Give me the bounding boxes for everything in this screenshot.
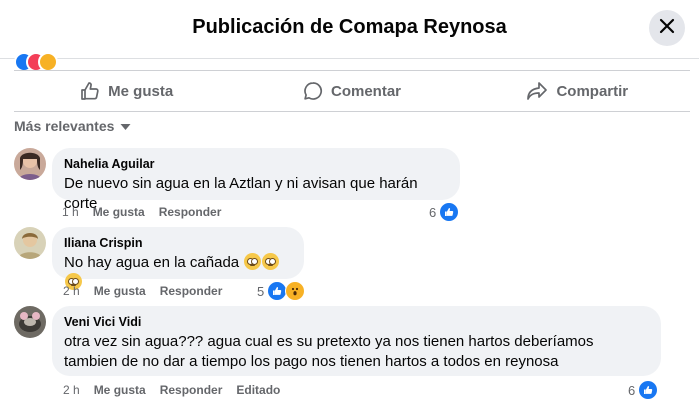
comment-time[interactable]: 1 h (62, 204, 79, 220)
post-reactions-stub (14, 52, 74, 72)
comment-time[interactable]: 2 h (63, 382, 80, 398)
comment-reactions[interactable]: 5 (257, 281, 306, 301)
comment-reply-button[interactable]: Responder (159, 204, 222, 220)
caret-down-icon (120, 118, 131, 134)
rolling-eyes-emoji (262, 253, 280, 270)
reaction-count: 6 (429, 204, 437, 220)
dialog-header: Publicación de Comapa Reynosa (0, 0, 699, 59)
rolling-eyes-emoji (244, 253, 262, 270)
close-button[interactable] (649, 10, 685, 46)
comment-reactions[interactable]: 6 (628, 380, 659, 400)
comment-text-body: No hay agua en la cañada (64, 254, 240, 271)
comment-meta: 2 h Me gusta Responder (63, 283, 222, 299)
comment-meta: 2 h Me gusta Responder Editado (63, 382, 280, 398)
reaction-count: 5 (257, 283, 265, 299)
comment-bubble: Veni Vici Vidi otra vez sin agua??? agua… (52, 306, 661, 376)
like-reaction-icon (267, 281, 288, 301)
comment-bubble: Nahelia Aguilar De nuevo sin agua en la … (52, 148, 460, 212)
comment-like-button[interactable]: Me gusta (94, 283, 146, 299)
comment-author[interactable]: Iliana Crispin (64, 235, 292, 251)
comment-like-button[interactable]: Me gusta (93, 204, 145, 220)
like-reaction-icon (638, 380, 659, 400)
share-button[interactable]: Compartir (465, 71, 690, 111)
like-reaction-icon (439, 202, 460, 222)
comment-like-button[interactable]: Me gusta (94, 382, 146, 398)
comment-meta: 1 h Me gusta Responder (62, 204, 221, 220)
comment-button[interactable]: Comentar (239, 71, 464, 111)
sort-label: Más relevantes (14, 118, 115, 134)
dialog-title: Publicación de Comapa Reynosa (192, 16, 507, 38)
comment-author[interactable]: Veni Vici Vidi (64, 314, 649, 330)
comment-text: otra vez sin agua??? agua cual es su pre… (64, 333, 594, 370)
thumbs-up-icon (80, 81, 100, 101)
avatar[interactable] (14, 148, 46, 180)
close-icon (659, 18, 675, 39)
reaction-count: 6 (628, 382, 636, 398)
like-button-label: Me gusta (108, 82, 174, 100)
sort-dropdown[interactable]: Más relevantes (14, 118, 131, 134)
post-action-bar: Me gusta Comentar Compartir (14, 70, 690, 112)
avatar[interactable] (14, 227, 46, 259)
comment-author[interactable]: Nahelia Aguilar (64, 156, 448, 172)
like-button[interactable]: Me gusta (14, 71, 239, 111)
comment-time[interactable]: 2 h (63, 283, 80, 299)
avatar[interactable] (14, 306, 46, 338)
post-dialog: Publicación de Comapa Reynosa Me gusta C… (0, 0, 699, 400)
wow-reaction-icon (285, 281, 306, 301)
comment-button-label: Comentar (330, 82, 401, 100)
comment-bubble-icon (303, 81, 323, 101)
comment-reactions[interactable]: 6 (429, 202, 460, 222)
share-arrow-icon (526, 81, 548, 101)
share-button-label: Compartir (556, 82, 629, 100)
comment-reply-button[interactable]: Responder (160, 283, 223, 299)
comment-edited-label[interactable]: Editado (236, 382, 280, 398)
comment-bubble: Iliana Crispin No hay agua en la cañada (52, 227, 304, 290)
comment-reply-button[interactable]: Responder (160, 382, 223, 398)
